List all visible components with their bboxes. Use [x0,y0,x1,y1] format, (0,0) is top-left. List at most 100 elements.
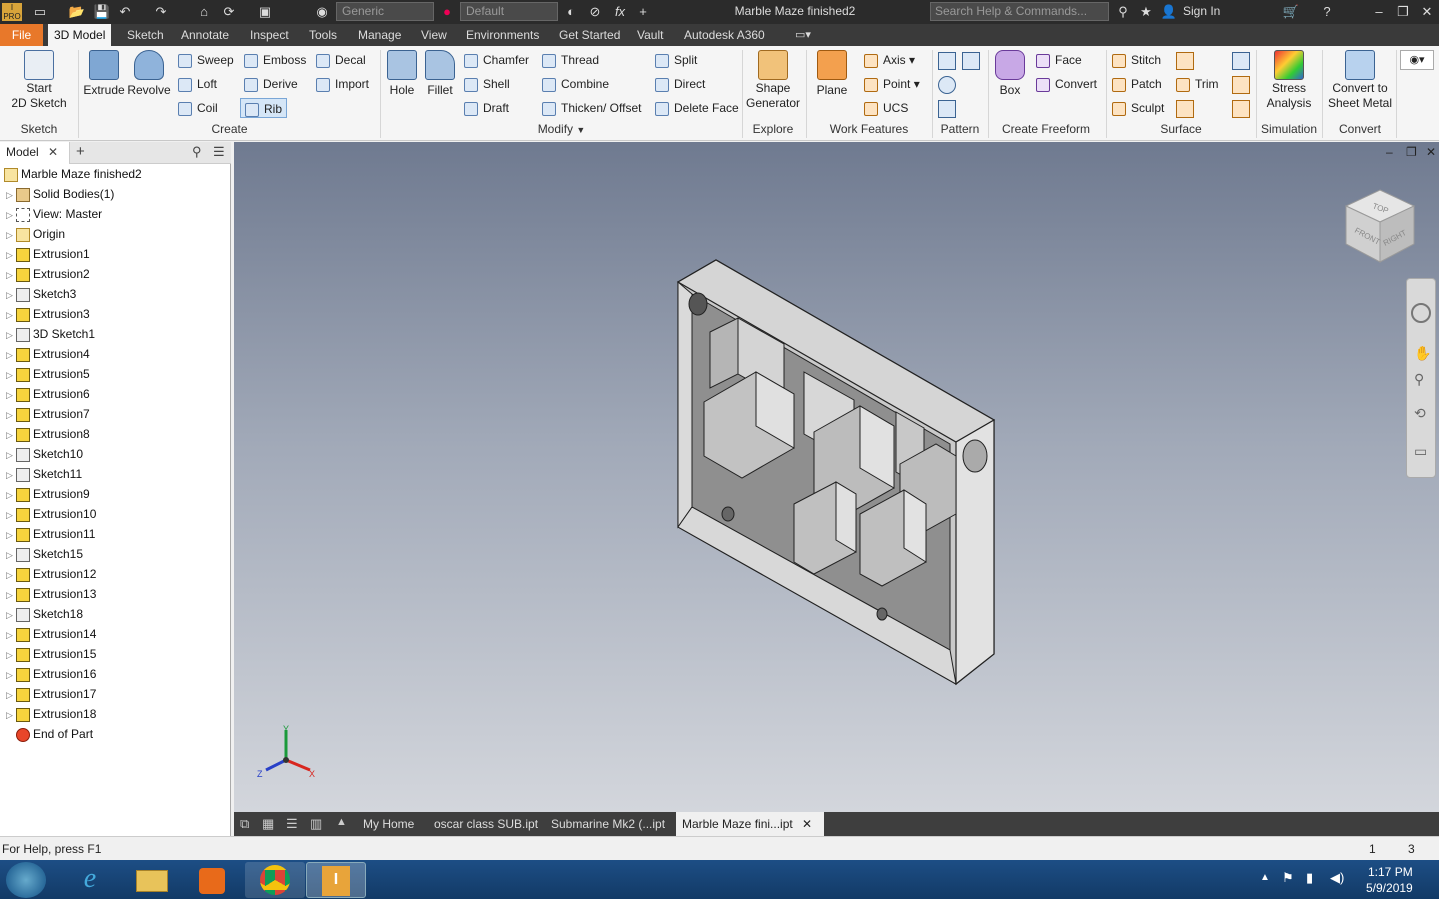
browser-tree-item[interactable]: ▷ Extrusion5 [0,364,90,384]
tab-file[interactable]: File [0,24,43,46]
new-file-icon[interactable]: ▭ [31,3,49,21]
network-icon[interactable]: ▮ [1306,870,1313,886]
boundary-patch-icon[interactable] [1232,76,1250,94]
orbit-icon[interactable]: ⟲ [1414,405,1426,422]
hole-button[interactable]: Hole [384,50,420,98]
help-icon[interactable]: ? [1318,3,1336,21]
viewport-restore-icon[interactable]: ❐ [1406,145,1417,159]
viewcube[interactable]: TOP FRONT RIGHT [1342,186,1418,266]
marble-maze-model[interactable] [664,252,1014,692]
expand-arrow-icon[interactable]: ▷ [6,465,14,485]
tab-get-started[interactable]: Get Started [553,24,626,46]
expand-arrow-icon[interactable]: ▷ [6,265,14,285]
expand-arrow-icon[interactable]: ▷ [6,345,14,365]
browser-tree-item[interactable]: ▷ Extrusion7 [0,404,90,424]
columns-icon[interactable]: ▥ [310,816,322,832]
tab-vault[interactable]: Vault [631,24,669,46]
ucs-button[interactable]: UCS [864,98,908,118]
expand-arrow-icon[interactable]: ▷ [6,425,14,445]
tab-sketch[interactable]: Sketch [121,24,170,46]
save-icon[interactable]: 💾 [93,3,111,21]
look-at-icon[interactable]: ▭ [1414,443,1427,460]
browser-tree-item[interactable]: ▷ Extrusion4 [0,344,90,364]
expand-arrow-icon[interactable]: ▷ [6,525,14,545]
expand-arrow-icon[interactable]: ▷ [6,225,14,245]
browser-tree-item[interactable]: ▷ Sketch18 [0,604,83,624]
convert-to-sheet-metal-button[interactable]: Convert to Sheet Metal [1324,50,1396,111]
ribbon-options-icon[interactable]: ▭▾ [795,29,815,41]
browser-tree-item[interactable]: ▷ Extrusion14 [0,624,96,644]
browser-tree-item[interactable]: ▷ Sketch15 [0,544,83,564]
list-icon[interactable]: ☰ [286,816,298,832]
browser-tree-item[interactable]: ▷ Sketch11 [0,464,82,484]
ribbon-expand-icon[interactable]: ◉▾ [1400,50,1434,70]
select-icon[interactable]: ▣ [256,3,274,21]
expand-arrow-icon[interactable]: ▷ [6,305,14,325]
close-icon[interactable]: ✕ [802,812,812,836]
expand-arrow-icon[interactable]: ▷ [6,705,14,725]
browser-tree-item[interactable]: ▷ Solid Bodies(1) [0,184,114,204]
tab-tools[interactable]: Tools [303,24,343,46]
browser-tree-item[interactable]: ▷ Extrusion3 [0,304,90,324]
grid-icon[interactable]: ▦ [262,816,274,832]
expand-arrow-icon[interactable]: ▷ [6,505,14,525]
expand-arrow-icon[interactable]: ▷ [6,605,14,625]
search-icon[interactable]: ⚲ [192,144,202,160]
steering-wheel-icon[interactable] [1411,303,1431,323]
split-button[interactable]: Split [655,50,697,70]
appearance-dropdown[interactable]: Default [460,2,558,21]
browser-tree-item[interactable]: ▷ Extrusion2 [0,264,90,284]
expand-arrow-icon[interactable]: ▷ [6,485,14,505]
expand-arrow-icon[interactable]: ▷ [6,185,14,205]
tab-model[interactable]: Model ✕ [0,142,70,164]
tab-3d-model[interactable]: 3D Model [48,24,112,46]
direct-button[interactable]: Direct [655,74,705,94]
clock-date[interactable]: 5/9/2019 [1366,881,1413,895]
browser-tree-item[interactable]: ▷ Extrusion12 [0,564,96,584]
media-player-icon[interactable] [182,862,242,898]
browser-tree-item[interactable]: ▷ Extrusion6 [0,384,90,404]
browser-tree-item[interactable]: ▷ Extrusion15 [0,644,96,664]
pan-icon[interactable]: ✋ [1414,345,1431,362]
browser-tree-item[interactable]: ▷ Sketch3 [0,284,76,304]
expand-arrow-icon[interactable]: ▷ [6,625,14,645]
tab-view[interactable]: View [415,24,453,46]
browser-tree-item[interactable]: ▷ Extrusion8 [0,424,90,444]
circular-pattern-icon[interactable] [938,76,956,94]
browser-tree-item[interactable]: ▷ Extrusion1 [0,244,90,264]
app-logo-icon[interactable]: I PRO [2,3,22,21]
doc-tab-submarine[interactable]: Submarine Mk2 (...ipt [545,812,671,836]
undo-icon[interactable]: ↶ [116,3,134,21]
ruled-surface-icon[interactable] [1232,52,1250,70]
convert-button[interactable]: Convert [1036,74,1097,94]
browser-tree-item[interactable]: ▷ Origin [0,224,65,244]
browser-tree-item[interactable]: ▷ 3D Sketch1 [0,324,95,344]
delete-face-button[interactable]: Delete Face [655,98,739,118]
show-hidden-icons[interactable]: ▲ [1260,872,1270,883]
doc-tab-marble-maze[interactable]: Marble Maze fini...ipt ✕ [676,812,824,836]
shell-button[interactable]: Shell [464,74,510,94]
expand-arrow-icon[interactable]: ▷ [6,205,14,225]
doc-tab-oscar-class[interactable]: oscar class SUB.ipt [428,812,544,836]
face-button[interactable]: Face [1036,50,1082,70]
open-icon[interactable]: 📂 [68,3,86,21]
plane-button[interactable]: Plane [810,50,854,98]
group-modify[interactable]: Modify ▼ [384,122,739,136]
adjust-icon[interactable]: ◐ [562,3,580,21]
expand-arrow-icon[interactable]: ▷ [6,645,14,665]
stitch-button[interactable]: Stitch [1112,50,1161,70]
derive-button[interactable]: Derive [244,74,298,94]
minimize-icon[interactable]: – [1370,3,1388,21]
emboss-button[interactable]: Emboss [244,50,306,70]
expand-arrow-icon[interactable]: ▷ [6,245,14,265]
viewport-minimize-icon[interactable]: – [1386,145,1393,159]
fillet-button[interactable]: Fillet [422,50,458,98]
browser-tree-item[interactable]: ▷ Extrusion17 [0,684,96,704]
redo-icon[interactable]: ↷ [152,3,170,21]
clock-time[interactable]: 1:17 PM [1368,865,1413,879]
browser-tree-item[interactable]: ▷ Extrusion13 [0,584,96,604]
extrude-button[interactable]: Extrude [82,50,126,98]
close-icon[interactable]: ✕ [1418,3,1436,21]
patch-button[interactable]: Patch [1112,74,1162,94]
point-button[interactable]: Point ▾ [864,74,920,94]
